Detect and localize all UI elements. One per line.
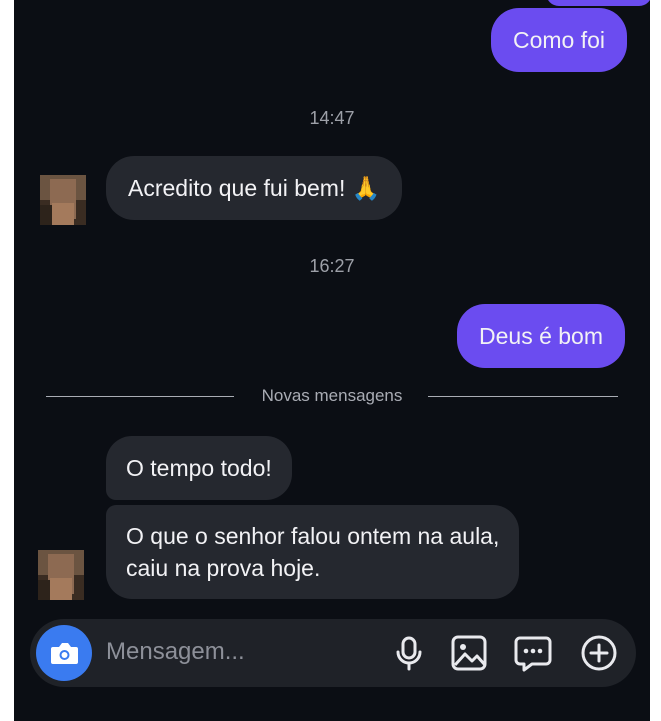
message-composer: Mensagem...	[30, 619, 636, 687]
new-messages-divider: Novas mensagens	[14, 386, 650, 418]
message-text: caiu na prova hoje.	[126, 555, 321, 581]
message-bubble-sent[interactable]: Deus é bom	[457, 304, 626, 368]
message-bubble-received[interactable]: Acredito que fui bem! 🙏	[106, 156, 403, 220]
camera-button[interactable]	[36, 625, 92, 681]
divider-label: Novas mensagens	[261, 386, 403, 405]
message-text: O que o senhor falou ontem na aula,	[126, 523, 500, 549]
message-bubble-received[interactable]: O que o senhor falou ontem na aula, caiu…	[106, 505, 520, 599]
message-text: Acredito que fui bem! 🙏	[128, 175, 381, 201]
gallery-icon[interactable]	[450, 633, 488, 673]
plus-icon[interactable]	[580, 633, 618, 673]
message-bubble-sent[interactable]: Como foi	[491, 8, 628, 72]
divider-line	[428, 396, 618, 397]
microphone-icon[interactable]	[390, 633, 428, 673]
chat-screen: Como foi 14:47 Acredito que fui bem! 🙏 1…	[14, 0, 650, 721]
sticker-icon[interactable]	[514, 633, 552, 673]
message-input[interactable]: Mensagem...	[106, 638, 245, 666]
message-text: Como foi	[513, 27, 606, 53]
message-bubble-received[interactable]: O tempo todo!	[106, 436, 292, 500]
message-text: O tempo todo!	[126, 455, 272, 481]
camera-icon	[51, 643, 78, 664]
avatar[interactable]	[38, 550, 84, 600]
previous-message-bubble[interactable]	[546, 0, 650, 6]
timestamp: 16:27	[309, 256, 355, 276]
avatar[interactable]	[40, 175, 86, 225]
message-text: Deus é bom	[479, 323, 604, 349]
divider-line	[46, 396, 234, 397]
timestamp: 14:47	[309, 108, 355, 128]
